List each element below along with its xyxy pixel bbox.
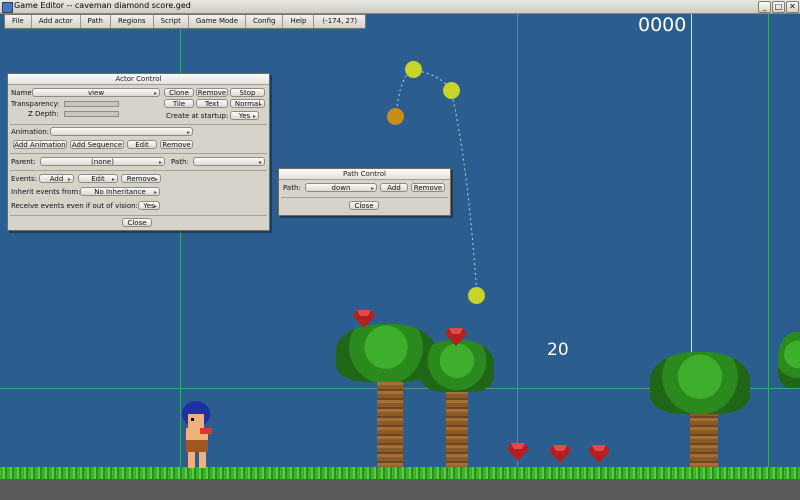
remove-animation-button[interactable]: Remove — [160, 140, 193, 149]
path-control-close-button[interactable]: Close — [349, 201, 379, 210]
menu-help[interactable]: Help — [283, 15, 315, 28]
app-icon — [2, 2, 13, 13]
path-add-button[interactable]: Add — [380, 183, 408, 192]
path-ball[interactable] — [443, 82, 460, 99]
actor-control-title: Actor Control — [8, 74, 269, 85]
parent-dropdown[interactable]: (none) — [40, 157, 165, 167]
text-button[interactable]: Text — [196, 99, 228, 108]
actor-control-close-button[interactable]: Close — [122, 218, 152, 227]
tile-button[interactable]: Tile — [164, 99, 194, 108]
events-edit-dropdown[interactable]: Edit — [78, 174, 118, 184]
parent-label: Parent: — [11, 158, 36, 166]
menu-config[interactable]: Config — [246, 15, 284, 28]
close-window-button[interactable]: ✕ — [786, 1, 799, 13]
path-ball-selected[interactable] — [387, 108, 404, 125]
palm-trunk — [690, 406, 718, 470]
remove-actor-button[interactable]: Remove — [196, 88, 228, 97]
menu-add-actor[interactable]: Add actor — [32, 15, 81, 28]
edit-animation-button[interactable]: Edit — [127, 140, 157, 149]
grass[interactable] — [0, 467, 800, 479]
stop-button[interactable]: Stop — [230, 88, 265, 97]
editor-menubar: File Add actor Path Regions Script Game … — [4, 14, 367, 29]
menu-game-mode[interactable]: Game Mode — [189, 15, 247, 28]
name-dropdown[interactable]: view — [32, 88, 160, 98]
diamond-actor[interactable] — [353, 310, 375, 328]
window-title: Game Editor -- caveman diamond score.ged — [14, 1, 191, 10]
palm-tree[interactable] — [650, 352, 750, 414]
counter-text-actor[interactable]: 20 — [547, 340, 569, 360]
menu-path[interactable]: Path — [81, 15, 111, 28]
separator — [10, 124, 267, 125]
path-control-title: Path Control — [279, 169, 450, 180]
animation-dropdown[interactable] — [50, 127, 193, 137]
window-titlebar: Game Editor -- caveman diamond score.ged… — [0, 0, 800, 14]
palm-tree[interactable] — [420, 340, 494, 392]
create-at-startup-label: Create at startup: — [166, 112, 229, 120]
menu-regions[interactable]: Regions — [111, 15, 154, 28]
clone-button[interactable]: Clone — [164, 88, 194, 97]
create-at-startup-dropdown[interactable]: Yes — [230, 111, 259, 121]
path-ball[interactable] — [405, 61, 422, 78]
minimize-button[interactable]: _ — [758, 1, 771, 13]
receive-events-label: Receive events even if out of vision: — [11, 202, 138, 210]
events-remove-dropdown[interactable]: Remove — [121, 174, 161, 184]
diamond-actor[interactable] — [507, 443, 529, 461]
score-text-actor[interactable]: 0000 — [638, 14, 686, 36]
path-ball[interactable] — [468, 287, 485, 304]
diamond-actor[interactable] — [588, 445, 610, 463]
transparency-label: Transparency: — [11, 100, 60, 108]
path-remove-button[interactable]: Remove — [411, 183, 445, 192]
caveman-actor[interactable] — [178, 400, 220, 470]
diamond-actor[interactable] — [549, 445, 571, 463]
separator — [281, 197, 448, 198]
path-control-panel: Path Control Path: down Add Remove Close — [278, 168, 451, 216]
zdepth-label: Z Depth: — [28, 110, 59, 118]
path-dropdown[interactable] — [193, 157, 265, 167]
name-label: Name: — [11, 89, 35, 97]
cursor-coordinates: (-174, 27) — [322, 17, 358, 25]
menu-script[interactable]: Script — [154, 15, 189, 28]
blend-mode-dropdown[interactable]: Normal — [230, 99, 265, 109]
inherit-events-label: Inherit events from: — [11, 188, 81, 196]
maximize-button[interactable]: □ — [772, 1, 785, 13]
transparency-slider[interactable] — [64, 101, 119, 107]
diamond-actor[interactable] — [445, 328, 467, 346]
separator — [10, 170, 267, 171]
menu-file[interactable]: File — [5, 15, 32, 28]
add-animation-button[interactable]: Add Animation — [13, 140, 67, 149]
path-control-label: Path: — [283, 184, 301, 192]
separator — [10, 153, 267, 154]
inherit-events-dropdown[interactable]: No Inheritance — [80, 187, 160, 197]
palm-tree[interactable] — [778, 332, 800, 388]
events-add-dropdown[interactable]: Add — [39, 174, 74, 184]
zdepth-slider[interactable] — [64, 111, 119, 117]
animation-label: Animation: — [11, 128, 50, 136]
add-sequence-button[interactable]: Add Sequence — [70, 140, 124, 149]
separator — [10, 215, 267, 216]
events-label: Events: — [11, 175, 38, 183]
path-control-dropdown[interactable]: down — [305, 183, 377, 193]
receive-events-dropdown[interactable]: Yes — [138, 201, 160, 211]
palm-trunk — [377, 370, 403, 470]
path-label: Path: — [171, 158, 189, 166]
actor-control-panel: Actor Control Name: view Clone Remove St… — [7, 73, 270, 231]
